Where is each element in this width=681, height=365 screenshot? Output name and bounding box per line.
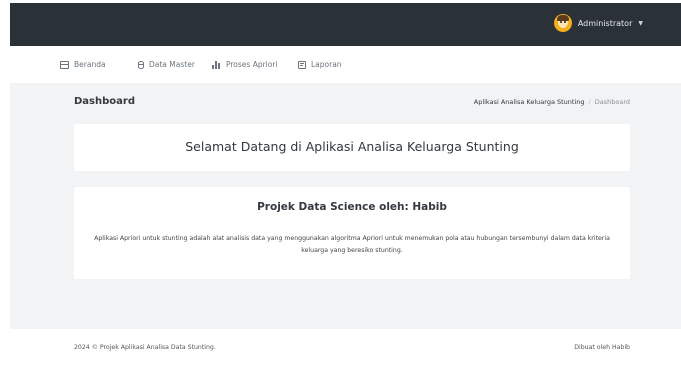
welcome-card: Selamat Datang di Aplikasi Analisa Kelua… — [74, 124, 630, 171]
breadcrumb-root[interactable]: Aplikasi Analisa Keluarga Stunting — [474, 98, 585, 106]
welcome-title: Selamat Datang di Aplikasi Analisa Kelua… — [185, 139, 519, 154]
project-heading: Projek Data Science oleh: Habib — [257, 201, 447, 213]
nav-item-beranda[interactable]: Beranda — [60, 60, 106, 69]
nav-item-proses-apriori[interactable]: Proses Apriori — [212, 60, 278, 69]
footer: 2024 © Projek Aplikasi Analisa Data Stun… — [10, 329, 681, 365]
nav-item-label[interactable]: Beranda — [74, 60, 106, 69]
home-icon — [60, 60, 69, 69]
breadcrumb-separator: / — [588, 98, 591, 106]
report-icon — [298, 60, 306, 69]
project-description: Aplikasi Apriori untuk stunting adalah a… — [94, 235, 610, 254]
page-title: Dashboard — [74, 96, 135, 107]
breadcrumb: Aplikasi Analisa Keluarga Stunting / Das… — [474, 98, 630, 106]
nav-item-data-master[interactable]: Data Master — [138, 60, 195, 69]
user-avatar-icon[interactable] — [553, 14, 572, 32]
nav-item-label[interactable]: Laporan — [311, 60, 342, 69]
footer-credit: Dibuat oleh Habib — [574, 344, 630, 351]
chevron-down-icon[interactable]: ▼ — [638, 20, 643, 27]
nav-item-laporan[interactable]: Laporan — [298, 60, 342, 69]
main-content: Dashboard Aplikasi Analisa Keluarga Stun… — [10, 83, 681, 329]
database-icon — [138, 60, 144, 69]
user-menu[interactable]: Administrator ▼ — [553, 14, 643, 32]
top-bar: Administrator ▼ — [10, 3, 681, 46]
nav-item-label[interactable]: Data Master — [149, 60, 195, 69]
footer-copyright: 2024 © Projek Aplikasi Analisa Data Stun… — [74, 344, 216, 351]
bar-chart-icon — [212, 60, 221, 69]
nav-item-label[interactable]: Proses Apriori — [226, 60, 278, 69]
user-name[interactable]: Administrator — [578, 19, 633, 28]
main-nav: Beranda Data Master Proses Apriori Lapor… — [10, 46, 681, 83]
project-card: Projek Data Science oleh: Habib Aplikasi… — [74, 187, 630, 279]
breadcrumb-current: Dashboard — [594, 98, 630, 106]
